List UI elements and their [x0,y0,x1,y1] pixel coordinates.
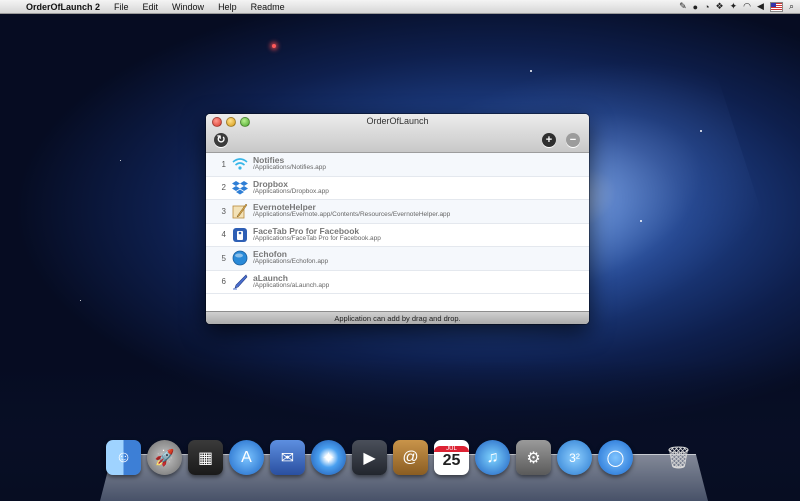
row-index: 4 [221,230,226,240]
window-titlebar[interactable]: OrderOfLaunch ↻ + − [206,114,589,153]
input-flag-icon[interactable] [769,1,783,12]
star [80,300,81,301]
trash-icon[interactable]: 🗑 [661,440,696,475]
row-index: 1 [221,159,226,169]
calendar-day: 25 [442,451,461,469]
window-title: OrderOfLaunch [366,116,429,126]
menu-edit[interactable]: Edit [136,2,166,12]
minus-icon: − [569,133,577,146]
menu-window[interactable]: Window [165,2,211,12]
safari-icon[interactable]: ✧ [311,440,346,475]
list-item[interactable]: 5 Echofon /Applications/Echofon.app [206,247,589,271]
calendar-icon[interactable]: JUL 25 [434,440,469,475]
star [700,130,702,132]
star [530,70,532,72]
row-index: 2 [221,183,226,193]
echofon-icon[interactable]: ◯ [598,440,633,475]
app-path: /Applications/FaceTab Pro for Facebook.a… [253,234,381,242]
star [120,160,121,161]
wifi-status-icon[interactable]: ◠ [743,1,751,12]
dropbox-status-icon[interactable]: ❖ [716,1,724,12]
window-footer: Application can add by drag and drop. [206,311,589,324]
orderoflaunch-window: OrderOfLaunch ↻ + − 1 Notifies /Applicat… [206,114,589,324]
launch-order-list: 1 Notifies /Applications/Notifies.app 2 … [206,153,589,311]
dashboard-icon[interactable]: ▦ [188,440,223,475]
list-item[interactable]: 1 Notifies /Applications/Notifies.app [206,153,589,177]
evernote-pen-icon [231,203,248,220]
dropbox-icon [231,179,248,196]
row-index: 6 [221,277,226,287]
echofon-bubble-icon [231,250,248,267]
list-item[interactable]: 4 FaceTab Pro for Facebook /Applications… [206,223,589,247]
menu-app-name[interactable]: OrderOfLaunch 2 [24,2,107,12]
address-book-icon[interactable]: @ [393,440,428,475]
plus-icon: + [545,133,553,146]
app-store-icon[interactable]: A [229,440,264,475]
volume-status-icon[interactable]: ◀ [757,1,764,12]
timemachine-status-icon[interactable]: ◔ [704,2,709,12]
alaunch-pen-icon [231,273,248,290]
add-button[interactable]: + [542,133,556,147]
app-path: /Applications/Evernote.app/Contents/Reso… [253,211,451,219]
remove-button[interactable]: − [566,133,580,147]
star [640,220,642,222]
list-item[interactable]: 2 Dropbox /Applications/Dropbox.app [206,176,589,200]
finder-icon[interactable]: ☺ [106,440,141,475]
alaunch-status-icon[interactable]: ✦ [730,1,738,12]
dock: ☺ 🚀 ▦ A ✉ ✧ ▶ @ JUL 25 ♫ ⚙ 3² ◯ 🗑 [106,424,696,486]
menu-help[interactable]: Help [211,2,244,12]
launchpad-icon[interactable]: 🚀 [147,440,182,475]
list-item[interactable]: 3 EvernoteHelper /Applications/Evernote.… [206,200,589,224]
pen-status-icon[interactable]: ✎ [679,1,687,12]
row-index: 3 [221,206,226,216]
app-path: /Applications/aLaunch.app [253,281,330,289]
echofon-status-icon[interactable]: ● [693,2,698,12]
wifi-signal-icon [231,156,248,173]
row-index: 5 [221,253,226,263]
app-path: /Applications/Echofon.app [253,258,329,266]
menu-bar: OrderOfLaunch 2 File Edit Window Help Re… [0,0,800,14]
itunes-icon[interactable]: ♫ [475,440,510,475]
app-path: /Applications/Dropbox.app [253,187,329,195]
menu-file[interactable]: File [107,2,136,12]
system-preferences-icon[interactable]: ⚙ [516,440,551,475]
mail-icon[interactable]: ✉ [270,440,305,475]
list-item[interactable]: 6 aLaunch /Applications/aLaunch.app [206,270,589,294]
app-path: /Applications/Notifies.app [253,164,326,172]
facetime-icon[interactable]: ▶ [352,440,387,475]
orderoflaunch-icon[interactable]: 3² [557,440,592,475]
refresh-button[interactable]: ↻ [214,133,228,147]
menu-readme[interactable]: Readme [244,2,292,12]
red-star [272,44,276,48]
refresh-icon: ↻ [216,133,226,146]
spotlight-icon[interactable]: ⌕ [789,1,794,12]
facetab-icon [231,226,248,243]
